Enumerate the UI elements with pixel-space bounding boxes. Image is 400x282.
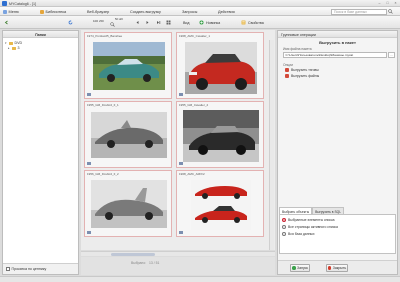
radio-all-pages[interactable]: Все страницы активного списка (282, 225, 338, 229)
option-check-icon[interactable] (285, 68, 289, 72)
radio-selected-items[interactable]: Выбранные элементы списка (282, 218, 335, 222)
menu-item-main[interactable]: Меню (3, 9, 19, 15)
grid-view-icon[interactable] (166, 20, 171, 25)
library-icon (40, 10, 44, 14)
start-icon (292, 266, 296, 270)
menu-item-actions[interactable]: Действия (218, 9, 235, 15)
search-input[interactable]: Поиск в базе данных (331, 8, 387, 15)
expand-icon[interactable]: ▸ (8, 46, 11, 50)
title-bar: MYCatalog6 - [1] – □ × (0, 0, 400, 7)
thumbnail-grid: 1974_Pontiac25_Banshee 1968_AMC_Cavalier… (81, 30, 275, 250)
tree-item[interactable]: ▸ 3 (8, 46, 20, 50)
view-size-small-value[interactable]: 50 x20 (115, 18, 123, 21)
close-panel-button[interactable]: Закрыть (326, 264, 348, 272)
options-label: Опции (283, 63, 293, 67)
view-size-value[interactable]: 100 x50 (93, 19, 104, 23)
car-photo (93, 42, 165, 90)
tab-select-objects[interactable]: Выбрать объекты (279, 207, 313, 214)
app-icon (2, 1, 7, 6)
close-button[interactable]: × (393, 1, 398, 5)
window-controls: – □ × (377, 1, 398, 5)
minimize-button[interactable]: – (377, 1, 382, 5)
last-page-icon[interactable] (156, 20, 161, 25)
folders-panel-footer: Прокатка по ценнику (3, 263, 78, 274)
scroll-thumb[interactable] (111, 252, 155, 256)
select-marker[interactable] (87, 231, 91, 234)
car-photo (91, 112, 167, 158)
export-title: Выгрузить в пакет (319, 40, 356, 45)
scope-tab-body: Выбранные элементы списка Все страницы а… (279, 214, 396, 254)
price-scroll-toggle[interactable]: Прокатка по ценнику (6, 267, 46, 271)
window-title: MYCatalog6 - [1] (9, 1, 36, 6)
select-marker[interactable] (179, 162, 183, 165)
group-operations-header: Групповые операции (278, 31, 397, 38)
tree-item[interactable]: ▾ DVD (5, 41, 22, 45)
grid-status-area: Выбрано: 13 / 51 (81, 257, 275, 275)
search-icon[interactable] (388, 9, 393, 14)
properties-icon[interactable] (241, 20, 246, 25)
car-photo (185, 42, 257, 94)
folder-icon (12, 46, 16, 50)
back-arrow-icon[interactable] (4, 20, 9, 25)
menu-item-queries[interactable]: Запросы (182, 9, 197, 15)
scope-tabs: Выбрать объекты Выгрузить в SQL (279, 207, 397, 214)
thumbnail-cell[interactable]: 1955_GM_Firebird_II_1 (84, 101, 172, 168)
grid-horizontal-scrollbar[interactable] (81, 251, 275, 256)
radio-button[interactable] (282, 232, 286, 236)
refresh-icon[interactable] (68, 20, 73, 25)
close-icon (327, 266, 332, 270)
maximize-button[interactable]: □ (385, 1, 390, 5)
menu-item-browser[interactable]: Веб-браузер (87, 9, 109, 15)
collapse-icon[interactable]: ▾ (5, 41, 8, 45)
start-button[interactable]: Запуск (290, 264, 310, 272)
thumbnail-cell[interactable]: 1955_GM_Cavalier_2 (176, 101, 264, 168)
thumbnail-cell[interactable]: 1956_GM_Firebird_II_2 (84, 170, 172, 237)
selected-count-value: 13 / 51 (149, 261, 160, 265)
menu-icon (3, 10, 7, 14)
thumbnail-cell[interactable]: 1968_AMC_Cavalier_1 (176, 32, 264, 99)
option-export-tags[interactable]: Выгрузить тэговы (285, 68, 319, 72)
new-item-icon[interactable] (199, 20, 204, 25)
status-bar (0, 276, 400, 282)
thumbnail-cell[interactable]: 1968_AMC_AMX/2 (176, 170, 264, 237)
option-check-icon[interactable] (285, 74, 289, 78)
package-file-label: Имя файла пакета (283, 47, 312, 51)
properties-label[interactable]: Свойства (248, 21, 264, 25)
next-page-icon[interactable] (145, 20, 150, 25)
radio-button[interactable] (282, 225, 286, 229)
car-photo (183, 110, 259, 162)
select-marker[interactable] (87, 162, 91, 165)
prev-page-icon[interactable] (135, 20, 140, 25)
select-marker[interactable] (179, 93, 183, 96)
folders-panel: Папки ▾ DVD ▸ 3 Прокатка по ценнику (2, 30, 79, 275)
menu-item-export[interactable]: Создать выгрузку (130, 9, 161, 15)
option-export-files[interactable]: Выгрузить файлы (285, 74, 319, 78)
group-operations-footer: Запуск Закрыть (278, 260, 397, 274)
group-operations-panel: Групповые операции Выгрузить в пакет Имя… (277, 30, 398, 275)
package-file-input[interactable]: C:\Users\Пользователь\Desktop\Машины.myc… (283, 52, 387, 58)
zoom-in-icon[interactable] (110, 22, 115, 27)
menu-item-library[interactable]: Библиотека (40, 9, 66, 15)
browse-button[interactable]: ... (388, 52, 395, 58)
thumbnail-cell[interactable]: 1974_Pontiac25_Banshee (84, 32, 172, 99)
price-scroll-checkbox[interactable] (6, 267, 10, 271)
select-marker[interactable] (87, 93, 91, 96)
car-photo (191, 180, 251, 230)
folders-panel-title: Папки (35, 32, 46, 37)
toolbar: 100 x50 50 x20 Вид Новинка Свойства (0, 16, 400, 29)
car-photo (91, 180, 167, 228)
new-item-label[interactable]: Новинка (206, 21, 220, 25)
view-label[interactable]: Вид (183, 21, 190, 25)
radio-whole-database[interactable]: Вся база данных (282, 232, 315, 236)
radio-button[interactable] (282, 218, 286, 222)
selected-count-label: Выбрано: (131, 261, 147, 265)
select-marker[interactable] (179, 231, 183, 234)
tab-export-sql[interactable]: Выгрузить в SQL (312, 207, 345, 214)
folders-panel-header: Папки (3, 31, 78, 38)
folder-icon (9, 41, 13, 45)
grid-vertical-scrollbar[interactable] (269, 40, 274, 250)
